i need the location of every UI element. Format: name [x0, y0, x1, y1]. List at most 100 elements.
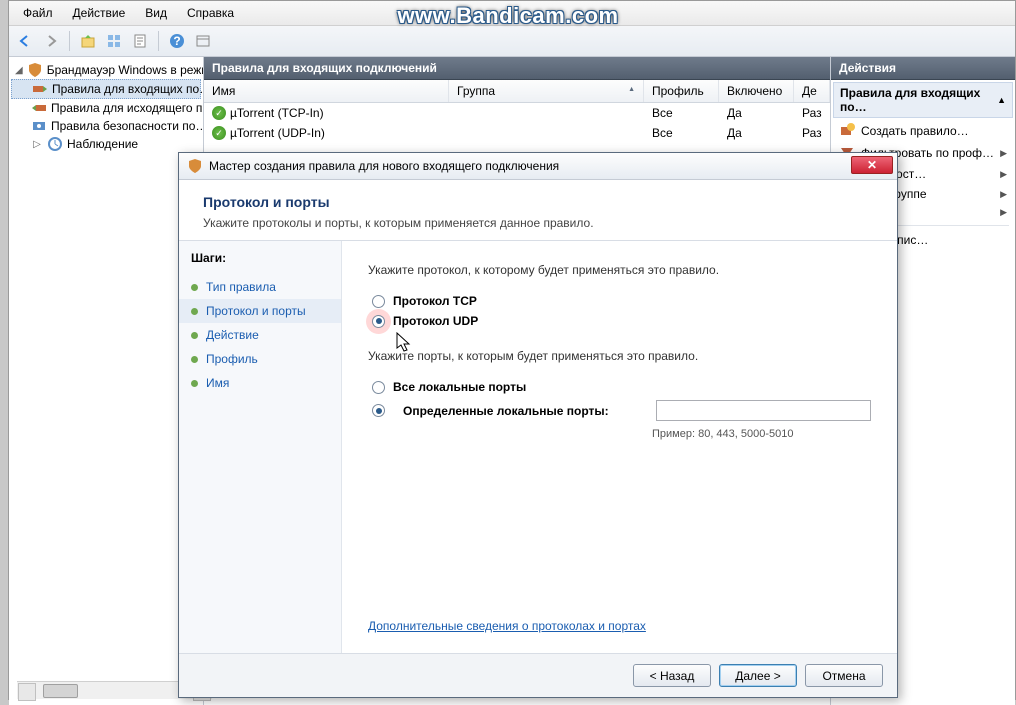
step-label: Тип правила — [206, 280, 276, 294]
radio-all-ports-label: Все локальные порты — [393, 380, 526, 394]
shield-icon — [27, 62, 43, 78]
chevron-right-icon: ▶ — [1000, 189, 1007, 200]
new-rule-wizard-dialog: Мастер создания правила для нового входя… — [178, 152, 898, 698]
wizard-header: Протокол и порты Укажите протоколы и пор… — [179, 180, 897, 240]
rule-action: Раз — [794, 124, 830, 142]
menu-action[interactable]: Действие — [65, 3, 134, 23]
step-profile[interactable]: Профиль — [191, 347, 329, 371]
step-rule-type[interactable]: Тип правила — [191, 275, 329, 299]
rule-enabled: Да — [719, 104, 794, 122]
properties-button[interactable] — [102, 29, 126, 53]
tree-label: Наблюдение — [67, 137, 138, 151]
rules-header: Правила для входящих подключений — [204, 57, 830, 80]
step-protocol-ports[interactable]: Протокол и порты — [179, 299, 341, 323]
tree-root-firewall[interactable]: ◢ Брандмауэр Windows в режим — [11, 61, 201, 79]
close-icon: ✕ — [867, 158, 877, 172]
action-label: Создать правило… — [861, 124, 969, 138]
radio-all-ports-row[interactable]: Все локальные порты — [372, 377, 871, 397]
ports-hint: Пример: 80, 443, 5000-5010 — [652, 428, 871, 440]
step-action[interactable]: Действие — [191, 323, 329, 347]
chevron-right-icon: ▶ — [1000, 169, 1007, 180]
step-label: Профиль — [206, 352, 258, 366]
col-group[interactable]: Группа — [449, 80, 644, 102]
up-button[interactable] — [76, 29, 100, 53]
radio-all-ports[interactable] — [372, 381, 385, 394]
learn-more-link[interactable]: Дополнительные сведения о протоколах и п… — [368, 619, 646, 633]
tree-label: Правила для входящих по… — [52, 82, 204, 96]
step-label: Действие — [206, 328, 259, 342]
ports-question: Укажите порты, к которым будет применять… — [368, 349, 871, 363]
rule-profile: Все — [644, 124, 719, 142]
export-button[interactable] — [128, 29, 152, 53]
radio-specific-ports-row[interactable]: Определенные локальные порты: — [372, 397, 871, 424]
rule-name: µTorrent (UDP-In) — [230, 126, 325, 140]
outbound-icon — [31, 100, 47, 116]
tree-connection-security[interactable]: Правила безопасности по… — [11, 117, 201, 135]
back-button[interactable]: < Назад — [633, 664, 711, 687]
bullet-icon — [191, 380, 198, 387]
tree-label: Правила безопасности по… — [51, 119, 204, 133]
wizard-title-text: Мастер создания правила для нового входя… — [209, 159, 559, 173]
menu-help[interactable]: Справка — [179, 3, 242, 23]
ports-input[interactable] — [656, 400, 871, 421]
new-rule-icon — [839, 123, 855, 139]
menu-file[interactable]: Файл — [15, 3, 61, 23]
col-name[interactable]: Имя — [204, 80, 449, 102]
bullet-icon — [191, 284, 198, 291]
col-enabled[interactable]: Включено — [719, 80, 794, 102]
actions-subheader[interactable]: Правила для входящих по… ▲ — [833, 82, 1013, 118]
actions-header: Действия — [831, 57, 1015, 80]
table-row[interactable]: ✓µTorrent (TCP-In) Все Да Раз — [204, 103, 830, 123]
bullet-icon — [191, 356, 198, 363]
radio-tcp[interactable] — [372, 295, 385, 308]
allow-icon: ✓ — [212, 106, 226, 120]
step-name[interactable]: Имя — [191, 371, 329, 395]
radio-tcp-row[interactable]: Протокол TCP — [372, 291, 871, 311]
wizard-titlebar[interactable]: Мастер создания правила для нового входя… — [179, 153, 897, 180]
wizard-content: Укажите протокол, к которому будет приме… — [342, 241, 897, 653]
radio-specific-ports-label: Определенные локальные порты: — [403, 404, 638, 418]
step-label: Протокол и порты — [206, 304, 306, 318]
collapse-icon: ▲ — [997, 95, 1006, 105]
bullet-icon — [191, 308, 198, 315]
col-profile[interactable]: Профиль — [644, 80, 719, 102]
close-button[interactable]: ✕ — [851, 156, 893, 174]
cancel-button[interactable]: Отмена — [805, 664, 883, 687]
security-icon — [31, 118, 47, 134]
radio-udp[interactable] — [372, 315, 385, 328]
table-row[interactable]: ✓µTorrent (UDP-In) Все Да Раз — [204, 123, 830, 143]
radio-udp-row[interactable]: Протокол UDP — [372, 311, 871, 331]
back-button[interactable] — [13, 29, 37, 53]
view-button[interactable] — [191, 29, 215, 53]
forward-button[interactable] — [39, 29, 63, 53]
tree-label: Правила для исходящего п… — [51, 101, 204, 115]
allow-icon: ✓ — [212, 126, 226, 140]
wizard-body: Шаги: Тип правила Протокол и порты Дейст… — [179, 240, 897, 653]
radio-specific-ports[interactable] — [372, 404, 385, 417]
protocol-radio-group: Протокол TCP Протокол UDP — [372, 291, 871, 331]
steps-label: Шаги: — [191, 251, 329, 265]
actions-subheader-label: Правила для входящих по… — [840, 86, 997, 114]
chevron-right-icon: ▶ — [1000, 148, 1007, 159]
scrollbar-thumb[interactable] — [43, 684, 78, 698]
rule-profile: Все — [644, 104, 719, 122]
help-button[interactable]: ? — [165, 29, 189, 53]
toolbar-separator — [69, 31, 70, 51]
radio-udp-label: Протокол UDP — [393, 314, 478, 328]
toolbar-separator — [158, 31, 159, 51]
tree-outbound-rules[interactable]: Правила для исходящего п… — [11, 99, 201, 117]
collapse-icon[interactable]: ◢ — [15, 65, 23, 76]
wizard-steps-sidebar: Шаги: Тип правила Протокол и порты Дейст… — [179, 241, 342, 653]
shield-icon — [187, 158, 203, 174]
expand-icon[interactable]: ▷ — [31, 139, 43, 150]
menu-view[interactable]: Вид — [137, 3, 175, 23]
next-button[interactable]: Далее > — [719, 664, 797, 687]
tree-monitoring[interactable]: ▷ Наблюдение — [11, 135, 201, 153]
rule-name: µTorrent (TCP-In) — [230, 106, 324, 120]
col-action[interactable]: Де — [794, 80, 830, 102]
action-create-rule[interactable]: Создать правило… — [831, 120, 1015, 142]
wizard-subheading: Укажите протоколы и порты, к которым при… — [203, 216, 873, 230]
tree-inbound-rules[interactable]: Правила для входящих по… — [11, 79, 201, 99]
toolbar: ? — [9, 26, 1015, 57]
bullet-icon — [191, 332, 198, 339]
